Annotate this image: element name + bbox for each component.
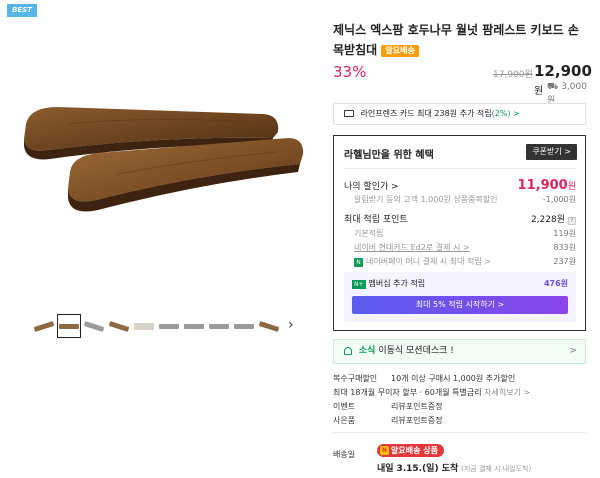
membership-cta-button[interactable]: 최대 5% 적립 시작하기 >	[352, 296, 568, 314]
npay-icon: N	[354, 258, 363, 267]
membership-label: N+ 멤버십 추가 적립	[352, 278, 425, 289]
delivery-badge: N 알요배송 상품	[377, 444, 444, 457]
chevron-right-icon: >	[569, 346, 577, 356]
points-label: 최대 적립 포인트	[344, 215, 408, 225]
original-price: 17,900원	[493, 70, 533, 80]
my-price-label[interactable]: 나의 할인가 >	[344, 179, 399, 192]
thumbnail[interactable]	[207, 314, 231, 338]
hyundai-card-value: 833원	[553, 243, 576, 252]
main-product-image[interactable]	[8, 4, 308, 300]
option-row: 복수구매할인 10개 이상 구매시 1,000원 추가할인	[333, 373, 515, 384]
points-total: 2,228원?	[531, 212, 576, 225]
membership-row: N+ 멤버십 추가 적립 476원	[352, 278, 568, 289]
option-row: 최대 18개월 무이자 할부 · 60개월 특별금리 자세히보기 >	[333, 387, 530, 398]
npay-money-row: N 네이버페이 머니 결제 시 최대 적립 > 237원	[344, 256, 576, 267]
points-row: 최대 적립 포인트 2,228원?	[344, 212, 576, 225]
store-news-text: 이동식 모션데스크 !	[378, 346, 454, 356]
coupon-row-label: 알림받기 등의 고객 1,000원 상품중복할인	[354, 195, 498, 204]
hyundai-card-row: 네이버 현대카드 Ed2로 결제 시 > 833원	[344, 242, 576, 253]
benefit-panel: 라헬님만을 위한 혜택 쿠폰받기 > 나의 할인가 > 11,900원 알림받기…	[333, 135, 586, 331]
npay-plus-icon: N+	[352, 280, 366, 289]
option-key: 사은품	[333, 416, 356, 425]
basic-points-value: 119원	[553, 229, 576, 238]
truck-icon: ⛟	[547, 82, 562, 92]
store-news-highlight: 소식	[358, 346, 376, 356]
thumbnail[interactable]	[32, 314, 56, 338]
card-promo-banner[interactable]: 라인프렌즈 카드 최대 238원 추가 적립(2%) >	[333, 103, 586, 125]
my-price-value: 11,900	[517, 178, 568, 193]
thumbnail[interactable]	[82, 314, 106, 338]
store-news-banner[interactable]: 소식 이동식 모션데스크 ! >	[333, 339, 586, 364]
option-value: 리뷰포인트증정	[391, 402, 443, 411]
npay-money-label[interactable]: N 네이버페이 머니 결제 시 최대 적립 >	[344, 256, 491, 267]
my-price: 11,900원	[518, 178, 576, 193]
card-promo-text: 라인프렌즈 카드 최대 238원 추가 적립	[360, 109, 492, 118]
membership-box: N+ 멤버십 추가 적립 476원 최대 5% 적립 시작하기 >	[344, 272, 576, 322]
help-icon[interactable]: ?	[568, 217, 576, 225]
palm-rest-image	[24, 107, 304, 212]
chevron-right-icon[interactable]: ›	[288, 317, 294, 333]
divider	[344, 168, 576, 169]
basic-points-label: 기본적립	[354, 229, 384, 238]
arrival-note: (지금 결제 시 내일도착)	[461, 465, 532, 473]
thumbnail[interactable]	[257, 314, 281, 338]
benefit-title: 라헬님만을 위한 혜택	[344, 150, 434, 161]
delivery-tag: 알요배송	[381, 44, 419, 57]
card-promo-rate: (2%) >	[491, 109, 520, 118]
arrival-prefix: 내일	[377, 464, 394, 474]
arrival-info: 내일 3.15.(일) 도착 (지금 결제 시 내일도착)	[377, 461, 531, 474]
coupon-row: 알림받기 등의 고객 1,000원 상품중복할인 -1,000원	[344, 194, 576, 205]
npay-money-value: 237원	[553, 257, 576, 266]
discount-rate: 33%	[333, 63, 367, 81]
sale-price-value: 12,900	[534, 62, 592, 80]
thumbnail-active[interactable]	[57, 314, 81, 338]
option-value: 10개 이상 구매시 1,000원 추가할인	[391, 374, 516, 383]
thumbnail[interactable]	[107, 314, 131, 338]
coupon-row-value: -1,000원	[542, 195, 576, 204]
membership-label-text: 멤버십 추가 적립	[368, 279, 426, 288]
thumbnail[interactable]	[182, 314, 206, 338]
my-price-unit: 원	[567, 182, 576, 192]
thumbnail[interactable]	[132, 314, 156, 338]
divider	[333, 432, 586, 433]
arrival-date: 3.15.(일) 도착	[396, 464, 459, 474]
installment-text: 최대 18개월 무이자 할부 · 60개월 특별금리	[333, 388, 482, 397]
sale-price-unit: 원	[534, 86, 544, 97]
thumbnail[interactable]	[232, 314, 256, 338]
hyundai-card-link[interactable]: 네이버 현대카드 Ed2로 결제 시 >	[344, 242, 470, 253]
thumbnail-strip	[32, 313, 282, 339]
product-title: 제닉스 엑스팜 호두나무 월넛 팜레스트 키보드 손목받침대 알요배송	[333, 20, 585, 60]
delivery-icon: N	[380, 446, 389, 455]
npay-money-text: 네이버페이 머니 결제 시 최대 적립 >	[366, 257, 491, 266]
option-key: 복수구매할인	[333, 374, 378, 383]
coupon-button[interactable]: 쿠폰받기 >	[526, 144, 577, 160]
bell-icon	[344, 346, 352, 355]
membership-value: 476원	[543, 279, 568, 288]
delivery-badge-text: 알요배송 상품	[391, 446, 438, 455]
option-key: 이벤트	[333, 402, 356, 411]
option-value: 리뷰포인트증정	[391, 416, 443, 425]
installment-info: 최대 18개월 무이자 할부 · 60개월 특별금리 자세히보기 >	[333, 387, 530, 398]
points-value: 2,228원	[530, 215, 565, 225]
product-title-text: 제닉스 엑스팜 호두나무 월넛 팜레스트 키보드 손목받침대	[333, 23, 579, 57]
option-row: 이벤트 리뷰포인트증정	[333, 401, 443, 412]
thumbnail[interactable]	[157, 314, 181, 338]
credit-card-icon	[344, 110, 354, 117]
my-price-row: 나의 할인가 > 11,900원	[344, 178, 576, 193]
details-link[interactable]: 자세히보기 >	[484, 388, 530, 397]
basic-points-row: 기본적립 119원	[344, 228, 576, 239]
best-badge: BEST	[7, 4, 37, 17]
option-row: 사은품 리뷰포인트증정	[333, 415, 443, 426]
product-gallery: BEST ›	[0, 0, 312, 478]
shipping-label: 배송일	[333, 450, 356, 459]
